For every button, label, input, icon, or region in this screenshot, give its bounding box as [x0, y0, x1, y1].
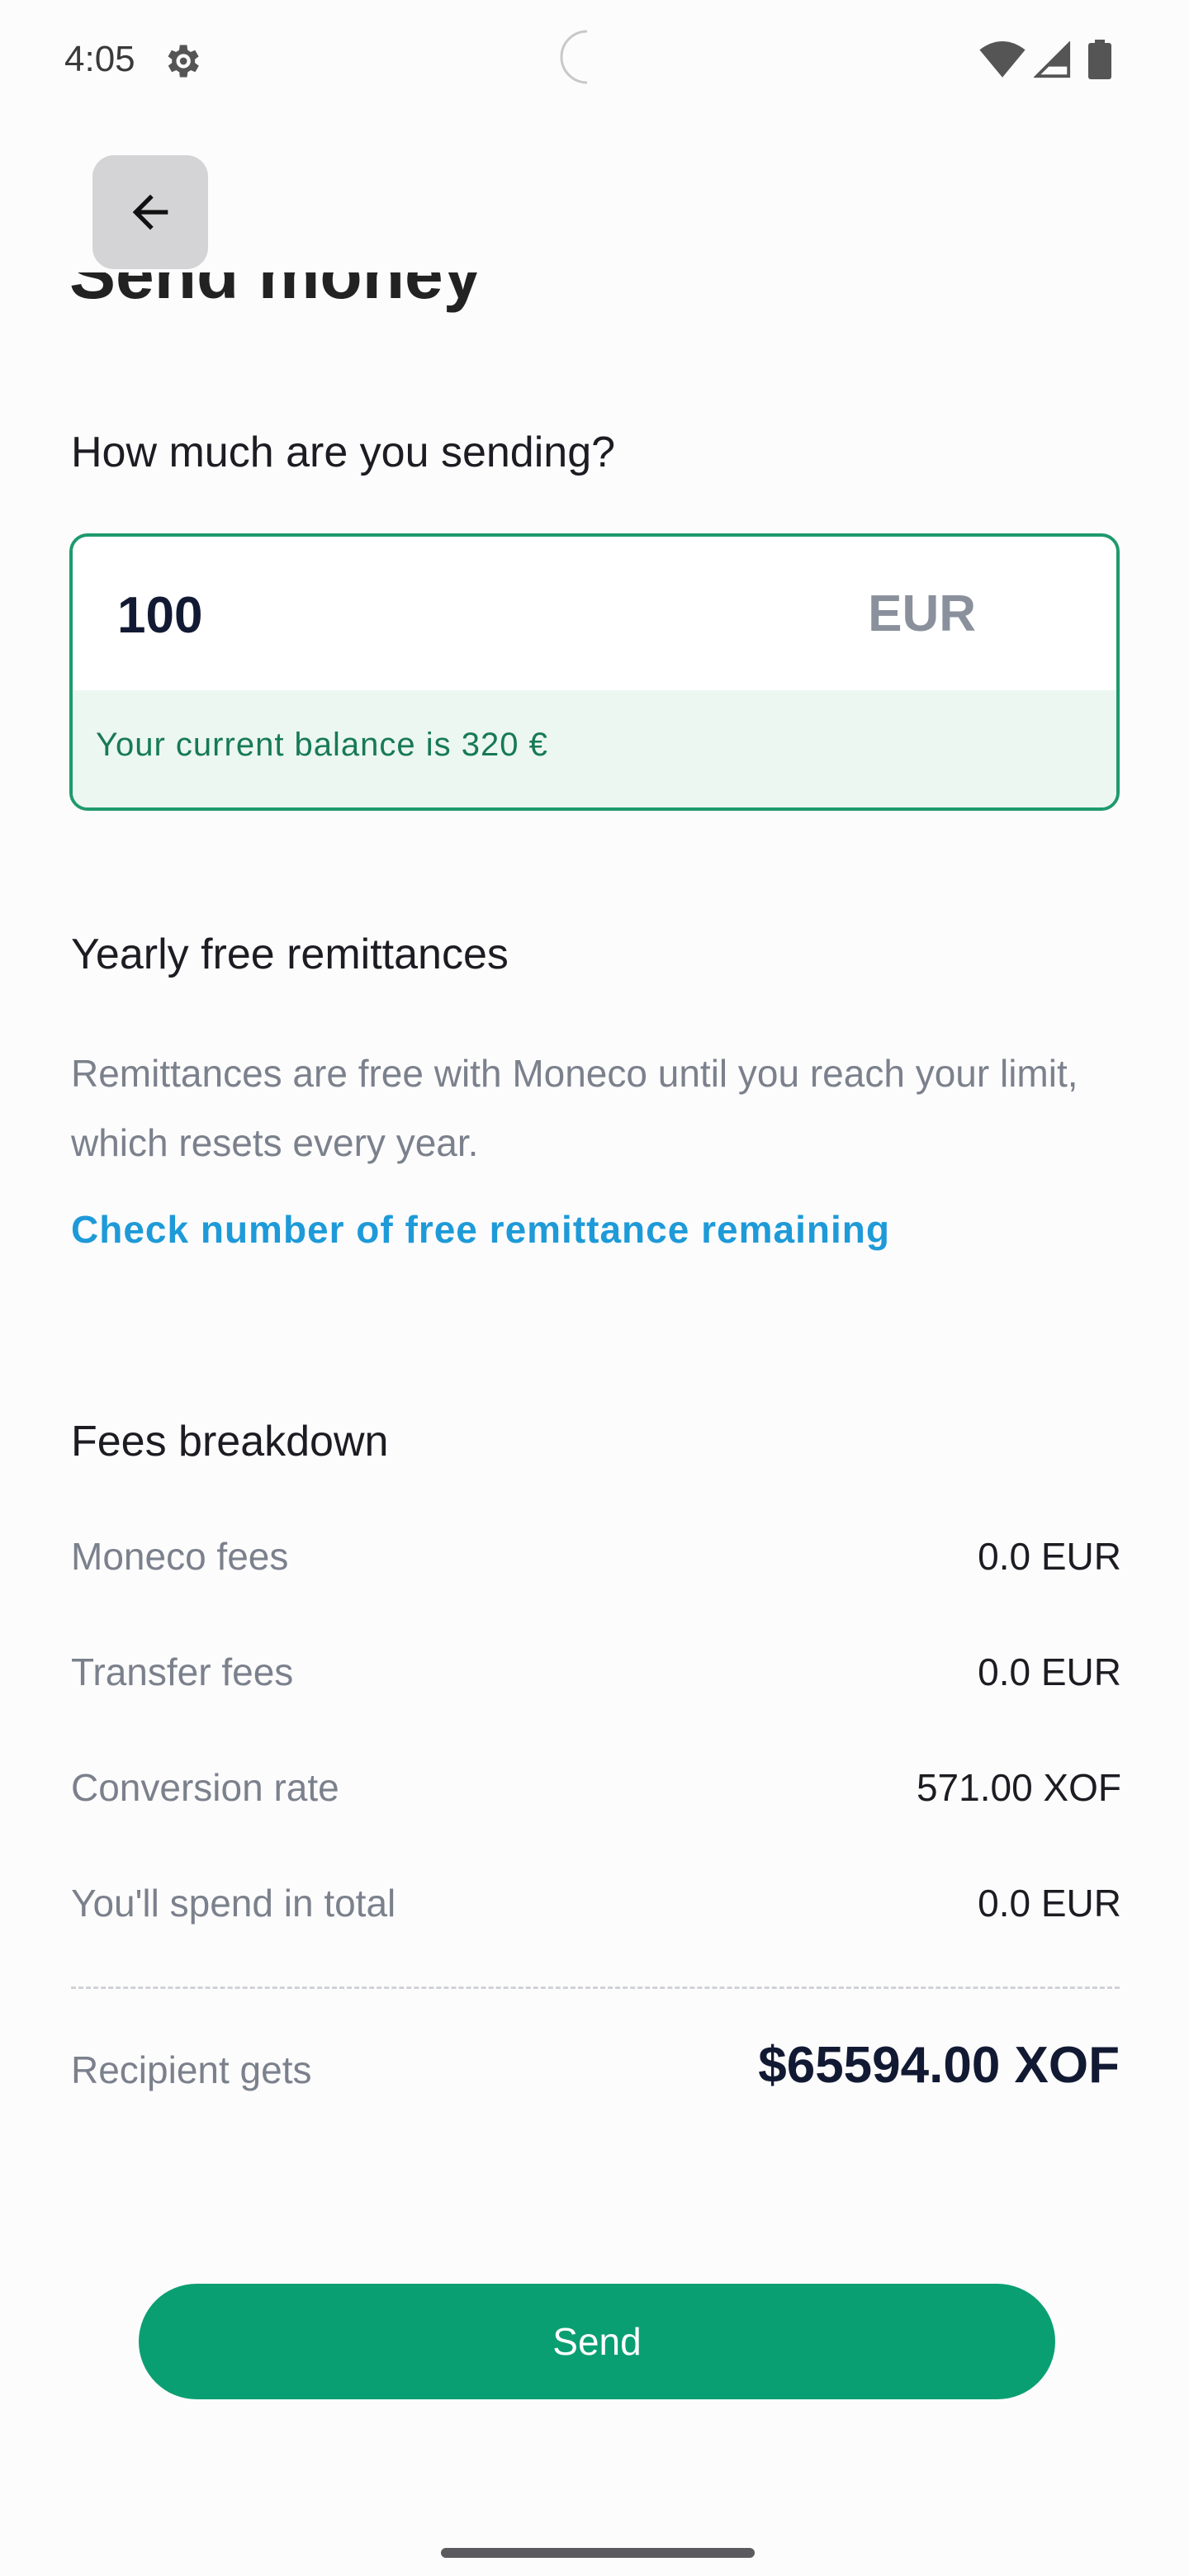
currency-label: EUR [868, 585, 976, 642]
status-time: 4:05 [64, 39, 135, 79]
current-balance-text: Your current balance is 320 € [96, 727, 548, 763]
remittances-title: Yearly free remittances [71, 930, 509, 978]
check-free-remittances-link[interactable]: Check number of free remittance remainin… [71, 1207, 890, 1252]
home-indicator[interactable] [441, 2548, 755, 2558]
fee-row-moneco: Moneco fees 0.0 EUR [71, 1534, 1121, 1584]
page-title-clip: Send money [69, 272, 647, 322]
page-title: Send money [69, 272, 482, 313]
wifi-icon [979, 41, 1026, 78]
amount-input[interactable] [117, 578, 778, 652]
fee-row-conversion: Conversion rate 571.00 XOF [71, 1765, 1121, 1815]
fee-label: Conversion rate [71, 1766, 339, 1809]
recipient-gets-label: Recipient gets [71, 2048, 312, 2091]
battery-icon [1088, 40, 1111, 79]
fee-value: 0.0 EUR [978, 1650, 1121, 1693]
fee-row-transfer: Transfer fees 0.0 EUR [71, 1650, 1121, 1699]
balance-info-bar: Your current balance is 320 € [73, 690, 1116, 807]
fee-label: Transfer fees [71, 1650, 294, 1693]
fee-value: 0.0 EUR [978, 1882, 1121, 1925]
amount-question-label: How much are you sending? [71, 429, 616, 476]
amount-field-container: EUR Your current balance is 320 € [69, 533, 1120, 811]
back-button[interactable] [92, 155, 208, 269]
fee-label: You'll spend in total [71, 1882, 396, 1925]
dashed-divider [71, 1986, 1120, 1989]
fee-row-total: You'll spend in total 0.0 EUR [71, 1881, 1121, 1930]
fee-label: Moneco fees [71, 1535, 289, 1578]
send-button[interactable]: Send [139, 2284, 1055, 2399]
fee-value: 0.0 EUR [978, 1535, 1121, 1578]
camera-cutout-icon [560, 30, 588, 84]
fees-breakdown-title: Fees breakdown [71, 1418, 389, 1466]
settings-gear-icon [168, 45, 199, 78]
remittances-description: Remittances are free with Moneco until y… [71, 1052, 1078, 1164]
fee-value: 571.00 XOF [916, 1766, 1121, 1809]
arrow-left-icon [132, 194, 168, 230]
cellular-signal-icon [1034, 41, 1071, 78]
recipient-gets-value: $65594.00 XOF [758, 2037, 1120, 2094]
